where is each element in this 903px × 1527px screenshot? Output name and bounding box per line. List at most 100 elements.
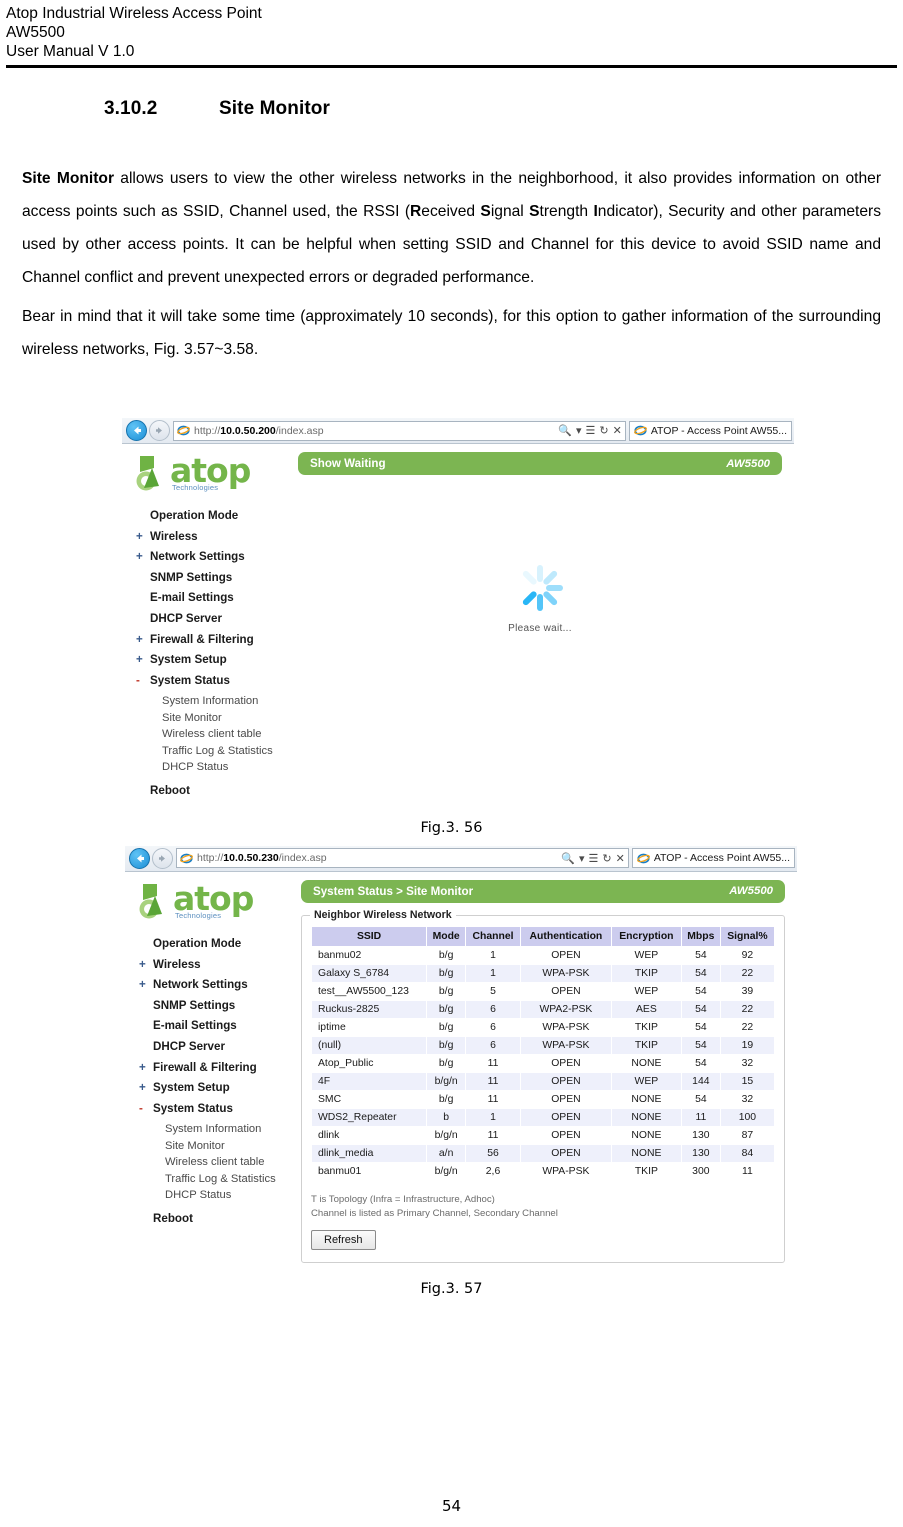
figure-caption-1: Fig.3. 56 xyxy=(420,819,483,836)
atop-logo-2: atop Technologies xyxy=(139,879,271,927)
section-number: 3.10.2 xyxy=(104,98,158,119)
sidebar-item-system-setup[interactable]: + System Setup xyxy=(136,650,298,671)
site-monitor-table-head: SSID Mode Channel Authentication Encryption M… xyxy=(310,925,776,947)
table-cell: b/g xyxy=(426,963,467,983)
forward-button-icon[interactable] xyxy=(152,847,173,869)
table-cell: OPEN xyxy=(519,1071,612,1091)
site-monitor-lead: Site Monitor xyxy=(22,170,115,187)
sidebar-sign-6: + xyxy=(136,632,143,646)
table-cell: WDS2_Repeater xyxy=(310,1107,428,1127)
manual-product-line: Atop Industrial Wireless Access Point xyxy=(6,5,262,22)
sidebar-item-firewall-filtering[interactable]: + Firewall & Filtering xyxy=(139,1058,301,1079)
refresh-icon[interactable]: ↻ xyxy=(599,424,608,437)
fieldset-legend: Neighbor Wireless Network xyxy=(310,908,456,921)
stop-icon[interactable]: ✕ xyxy=(616,852,625,865)
table-header-cell: Authentication xyxy=(519,925,612,947)
address-bar-2[interactable]: http://10.0.50.230/index.asp 🔍 ▾ ☰ ↻ ✕ xyxy=(176,848,629,869)
sidebar-item-reboot[interactable]: Reboot xyxy=(136,781,298,802)
table-cell: 87 xyxy=(719,1125,776,1145)
table-cell: Ruckus-2825 xyxy=(310,999,428,1019)
sidebar-item-system-status[interactable]: - System Status xyxy=(136,671,298,692)
sidebar-item-site-monitor[interactable]: Site Monitor xyxy=(165,1138,301,1154)
paragraph-2: Bear in mind that it will take some time… xyxy=(22,308,881,358)
sidebar-item-snmp-settings[interactable]: SNMP Settings xyxy=(139,996,301,1017)
site-monitor-table: SSID Mode Channel Authentication Encryption M… xyxy=(310,925,776,1181)
sidebar2-label-5: DHCP Server xyxy=(153,1039,225,1053)
table-cell: WEP xyxy=(610,1071,682,1091)
internet-explorer-icon xyxy=(180,852,193,865)
sidebar-item-firewall-filtering[interactable]: + Firewall & Filtering xyxy=(136,630,298,651)
table-row: iptime b/g 6 WPA-PSK TKIP 54 22 xyxy=(310,1017,776,1037)
sidebar-item-dhcp-server[interactable]: DHCP Server xyxy=(139,1037,301,1058)
page-header: Atop Industrial Wireless Access Point AW… xyxy=(0,0,903,61)
sidebar-item-email-settings[interactable]: E-mail Settings xyxy=(136,588,298,609)
reader-view-icon[interactable]: ☰ xyxy=(589,852,599,865)
sidebar-item-operation-mode[interactable]: Operation Mode xyxy=(136,506,298,527)
address-bar-1[interactable]: http://10.0.50.200/index.asp 🔍 ▾ ☰ ↻ ✕ xyxy=(173,420,626,441)
site-monitor-table-body: banmu02 b/g 1 OPEN WEP 54 92 Galaxy S_6784 b/g 1 W… xyxy=(310,945,776,1181)
table-cell: 54 xyxy=(680,945,721,965)
sidebar-item-operation-mode[interactable]: Operation Mode xyxy=(139,934,301,955)
sidebar2-sign-8: - xyxy=(139,1101,143,1115)
sidebar-item-system-information[interactable]: System Information xyxy=(162,693,298,709)
address-bar-icons-1: 🔍 ▾ ☰ ↻ ✕ xyxy=(552,424,622,437)
tab-title-2: ATOP - Access Point AW55... xyxy=(653,852,790,865)
browser-tab-1[interactable]: ATOP - Access Point AW55... xyxy=(628,420,792,441)
sidebar2-sign-2: + xyxy=(139,978,146,992)
sidebar-item-system-information[interactable]: System Information xyxy=(165,1121,301,1137)
sidebar-item-email-settings[interactable]: E-mail Settings xyxy=(139,1016,301,1037)
sidebar-item-traffic-log-statistics[interactable]: Traffic Log & Statistics xyxy=(162,743,298,759)
sidebar-item-dhcp-server[interactable]: DHCP Server xyxy=(136,609,298,630)
back-button-icon[interactable] xyxy=(126,420,147,441)
search-icon[interactable]: 🔍 xyxy=(561,852,575,865)
sidebar-item-network-settings[interactable]: + Network Settings xyxy=(136,547,298,568)
table-cell: 130 xyxy=(680,1143,721,1163)
search-icon[interactable]: 🔍 xyxy=(558,424,572,437)
sidebar-item-dhcp-status[interactable]: DHCP Status xyxy=(162,759,298,775)
forward-button-icon[interactable] xyxy=(149,420,170,441)
sidebar-item-traffic-log-statistics[interactable]: Traffic Log & Statistics xyxy=(165,1171,301,1187)
url-host-1: 10.0.50.200 xyxy=(220,424,276,437)
stop-icon[interactable]: ✕ xyxy=(613,424,622,437)
refresh-button[interactable]: Refresh xyxy=(311,1229,376,1250)
reader-view-icon[interactable]: ☰ xyxy=(586,424,596,437)
sidebar-item-wireless[interactable]: + Wireless xyxy=(139,955,301,976)
chevron-down-icon[interactable]: ▾ xyxy=(576,424,582,437)
paragraph-1: Site Monitor allows users to view the ot… xyxy=(22,162,881,294)
browser-chrome-1: http://10.0.50.200/index.asp 🔍 ▾ ☰ ↻ ✕ A… xyxy=(122,418,794,444)
sidebar-item-site-monitor[interactable]: Site Monitor xyxy=(162,710,298,726)
table-cell: 11 xyxy=(465,1053,521,1073)
table-cell: 11 xyxy=(465,1071,521,1091)
browser-tab-2[interactable]: ATOP - Access Point AW55... xyxy=(631,848,795,869)
sidebar-item-system-setup[interactable]: + System Setup xyxy=(139,1078,301,1099)
table-cell: 54 xyxy=(680,1017,721,1037)
table-cell: b/g xyxy=(426,1053,467,1073)
sidebar-item-reboot[interactable]: Reboot xyxy=(139,1209,301,1230)
table-note-topology: T is Topology (Infra = Infrastructure, A… xyxy=(311,1193,495,1205)
atop-logo-mark-icon xyxy=(139,880,173,927)
table-row: banmu01 b/g/n 2,6 WPA-PSK TKIP 300 11 xyxy=(310,1161,776,1181)
banner-model-1: AW5500 xyxy=(726,457,770,470)
table-cell: b/g/n xyxy=(426,1071,467,1091)
table-cell: AES xyxy=(610,999,682,1019)
sidebar-item-wireless[interactable]: + Wireless xyxy=(136,527,298,548)
table-cell: TKIP xyxy=(610,1161,682,1181)
table-cell: OPEN xyxy=(519,981,612,1001)
table-cell: 1 xyxy=(465,1107,521,1127)
chevron-down-icon[interactable]: ▾ xyxy=(579,852,585,865)
sidebar-submenu-2: System Information Site Monitor Wireless… xyxy=(139,1119,301,1205)
sidebar-item-wireless-client-table[interactable]: Wireless client table xyxy=(162,726,298,742)
sidebar-item-wireless-client-table[interactable]: Wireless client table xyxy=(165,1154,301,1170)
sidebar-item-dhcp-status[interactable]: DHCP Status xyxy=(165,1187,301,1203)
web-page-body-1: atop Technologies Operation Mode + Wirele… xyxy=(122,444,794,812)
back-button-icon[interactable] xyxy=(129,847,150,869)
table-cell: 1 xyxy=(465,945,521,965)
sidebar-item-network-settings[interactable]: + Network Settings xyxy=(139,975,301,996)
sidebar2-sign-6: + xyxy=(139,1060,146,1074)
sidebar-item-system-status[interactable]: - System Status xyxy=(139,1099,301,1120)
refresh-icon[interactable]: ↻ xyxy=(602,852,611,865)
url-path-1: /index.asp xyxy=(275,424,324,437)
sidebar-item-snmp-settings[interactable]: SNMP Settings xyxy=(136,568,298,589)
figure-3-56: http://10.0.50.200/index.asp 🔍 ▾ ☰ ↻ ✕ A… xyxy=(0,418,903,836)
content-column-2: System Status > Site Monitor AW5500 Neig… xyxy=(301,879,797,1263)
